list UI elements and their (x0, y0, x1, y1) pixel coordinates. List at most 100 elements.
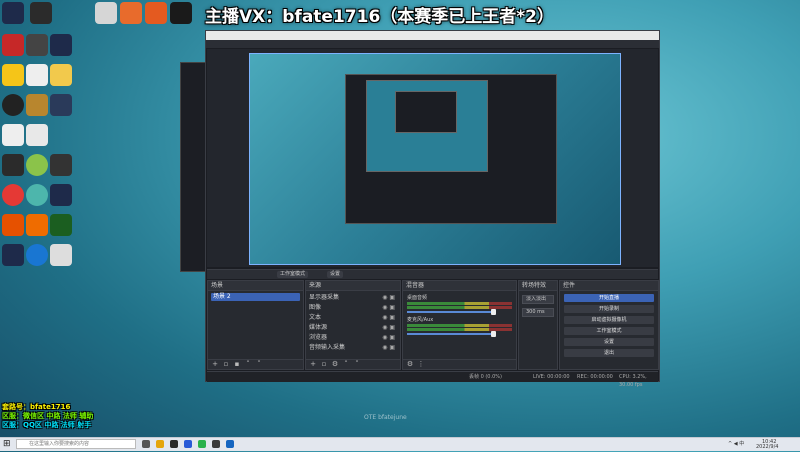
desktop-app-icon[interactable] (50, 184, 72, 206)
volume-fader[interactable] (407, 309, 497, 315)
desktop-app-icon[interactable] (2, 94, 24, 116)
volume-fader[interactable] (407, 331, 497, 337)
desktop-app-icon[interactable] (50, 244, 72, 266)
chevron-up-icon[interactable]: ˄ (244, 361, 252, 368)
source-item[interactable]: 音频输入采集 ◉ ▣ (309, 344, 397, 351)
desktop-app-icon[interactable] (2, 184, 24, 206)
task-view-icon[interactable] (142, 440, 150, 448)
live-time: LIVE: 00:00:00 (533, 374, 570, 380)
desktop-app-icon[interactable] (50, 34, 72, 56)
desktop-app-icon[interactable] (30, 2, 52, 24)
obs-titlebar[interactable] (206, 31, 659, 40)
scene-item[interactable]: 场景 2 (211, 293, 300, 301)
desktop-app-icon[interactable] (2, 34, 24, 56)
obs-icon[interactable] (212, 440, 220, 448)
chevron-down-icon[interactable]: ˅ (255, 361, 263, 368)
desktop-app-icon[interactable] (145, 2, 167, 24)
status-bar: 丢帧 0 (0.0%) LIVE: 00:00:00 REC: 00:00:00… (207, 371, 658, 388)
eye-lock-icon[interactable]: ◉ ▣ (382, 294, 395, 301)
app-icon[interactable] (170, 440, 178, 448)
nested-preview (366, 80, 488, 172)
start-virtual-camera-button[interactable]: 启动虚拟摄像机 (564, 316, 654, 324)
desktop-app-icon[interactable] (26, 64, 48, 86)
eye-lock-icon[interactable]: ◉ ▣ (382, 304, 395, 311)
filter-icon[interactable]: ▪ (233, 361, 241, 368)
stream-title-overlay: 主播VX：bfate1716（本赛季已上王者*2） (205, 7, 554, 27)
tray-icons[interactable]: ^ ◀ 中 (728, 440, 744, 449)
remove-icon[interactable]: ▫ (222, 361, 230, 368)
more-icon[interactable]: ⋮ (417, 361, 425, 368)
desktop-app-icon[interactable] (2, 154, 24, 176)
transition-duration-input[interactable]: 300 ms (522, 308, 554, 317)
start-recording-button[interactable]: 开始录制 (564, 305, 654, 313)
fader-handle[interactable] (491, 309, 497, 315)
taskbar: ⊞ 在这里输入你要搜索的内容 ^ ◀ 中 10:42 2022/9/4 (0, 437, 800, 451)
desktop-app-icon[interactable] (50, 214, 72, 236)
file-explorer-icon[interactable] (156, 440, 164, 448)
windows-start-icon[interactable]: ⊞ (3, 440, 12, 449)
trash-icon[interactable]: ▫ (320, 361, 328, 368)
source-item[interactable]: 显示器采集 ◉ ▣ (309, 294, 397, 301)
app-icon[interactable] (184, 440, 192, 448)
transitions-header: 转场特效 (519, 281, 557, 291)
desktop-app-icon[interactable] (26, 214, 48, 236)
desktop-app-icon[interactable] (50, 154, 72, 176)
desktop-app-icon[interactable] (120, 2, 142, 24)
gear-icon[interactable]: ⚙ (406, 361, 414, 368)
desktop-icons (0, 0, 200, 270)
preview-canvas[interactable] (207, 49, 658, 267)
desktop-app-icon[interactable] (2, 214, 24, 236)
source-item[interactable]: 图像 ◉ ▣ (309, 304, 397, 311)
clock-date[interactable]: 2022/9/4 (756, 443, 778, 452)
wechat-icon[interactable] (198, 440, 206, 448)
source-label: 图像 (309, 304, 322, 311)
add-icon[interactable]: + (309, 361, 317, 368)
info-line: 区服：微信区 中路 法师 辅助 (2, 412, 94, 420)
obs-window[interactable]: 工作室模式 设置 场景 场景 2 + ▫ ▪ ˄ ˅ 来源 显示器采集 ◉ ▣ 图… (205, 30, 660, 388)
source-item[interactable]: 文本 ◉ ▣ (309, 314, 397, 321)
sources-dock: 来源 显示器采集 ◉ ▣ 图像 ◉ ▣ 文本 ◉ ▣ 媒体源 ◉ ▣ 浏览器 ◉ ▣ 音频… (305, 280, 401, 370)
exit-button[interactable]: 退出 (564, 349, 654, 357)
settings-button[interactable]: 设置 (564, 338, 654, 346)
obs-menubar[interactable] (206, 40, 659, 48)
fader-handle[interactable] (491, 331, 497, 337)
app-icon[interactable] (226, 440, 234, 448)
source-item[interactable]: 媒体源 ◉ ▣ (309, 324, 397, 331)
desktop-app-icon[interactable] (2, 124, 24, 146)
scene-bar: 工作室模式 设置 (207, 269, 658, 279)
studio-mode-button[interactable]: 工作室模式 (564, 327, 654, 335)
eye-lock-icon[interactable]: ◉ ▣ (382, 324, 395, 331)
desktop-app-icon[interactable] (95, 2, 117, 24)
desktop-app-icon[interactable] (26, 124, 48, 146)
desktop-app-icon[interactable] (26, 94, 48, 116)
desktop-app-icon[interactable] (26, 154, 48, 176)
transition-type-select[interactable]: 淡入淡出 (522, 295, 554, 304)
info-line: 区服：QQ区 中路 法师 射手 (2, 421, 92, 429)
start-streaming-button[interactable]: 开始直播 (564, 294, 654, 302)
taskbar-search-input[interactable]: 在这里输入你要搜索的内容 (16, 439, 136, 449)
desktop-app-icon[interactable] (26, 184, 48, 206)
source-item[interactable]: 浏览器 ◉ ▣ (309, 334, 397, 341)
desktop-app-icon[interactable] (2, 64, 24, 86)
desktop-app-icon[interactable] (2, 2, 24, 24)
eye-lock-icon[interactable]: ◉ ▣ (382, 334, 395, 341)
desktop-app-icon[interactable] (2, 244, 24, 266)
eye-lock-icon[interactable]: ◉ ▣ (382, 344, 395, 351)
nested-obs-capture (345, 74, 557, 224)
studio-mode-tab[interactable]: 工作室模式 (277, 271, 309, 278)
scenes-dock: 场景 场景 2 + ▫ ▪ ˄ ˅ (207, 280, 304, 370)
background-window[interactable] (180, 62, 208, 272)
gear-icon[interactable]: ⚙ (331, 361, 339, 368)
chevron-down-icon[interactable]: ˅ (353, 361, 361, 368)
info-line: 套路号：bfate1716 (2, 403, 71, 411)
desktop-app-icon[interactable] (26, 244, 48, 266)
desktop-app-icon[interactable] (50, 94, 72, 116)
add-icon[interactable]: + (211, 361, 219, 368)
chevron-up-icon[interactable]: ˄ (342, 361, 350, 368)
desktop-app-icon[interactable] (50, 64, 72, 86)
eye-lock-icon[interactable]: ◉ ▣ (382, 314, 395, 321)
settings-tab[interactable]: 设置 (327, 271, 344, 278)
desktop-app-icon[interactable] (26, 34, 48, 56)
desktop-app-icon[interactable] (170, 2, 192, 24)
volume-meter (407, 302, 512, 305)
